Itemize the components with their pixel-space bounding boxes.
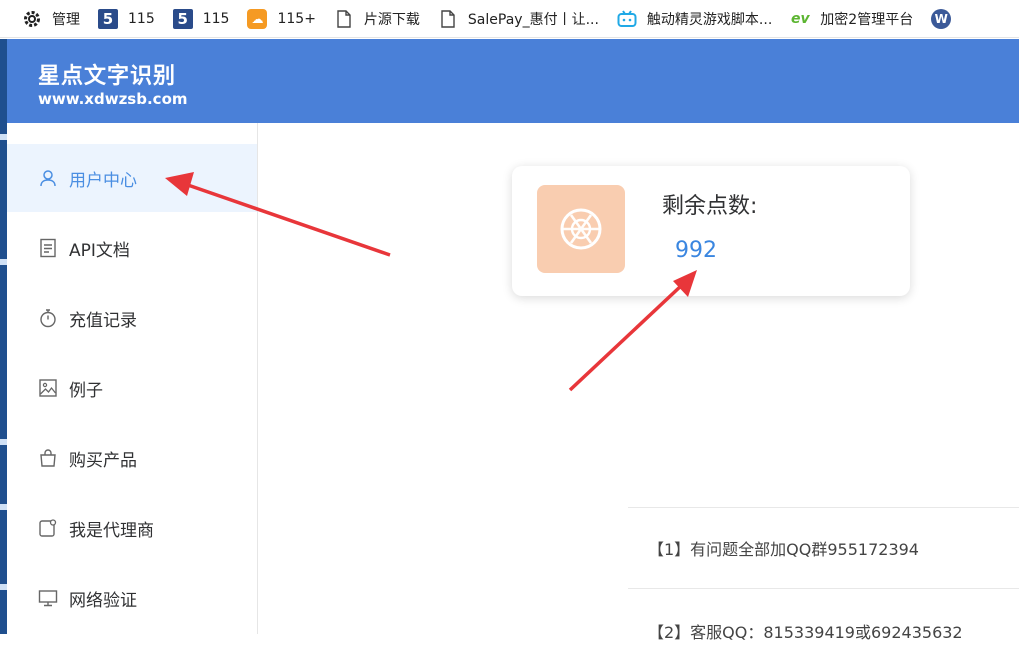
desktop-edge [0, 39, 7, 634]
bookmark-115-plus[interactable]: ☁ 115+ [247, 0, 316, 38]
bookmarks-bar: 管理 5 115 5 115 ☁ 115+ 片源下载 SalePay_惠付丨让.… [0, 0, 1019, 38]
notice-item: 【2】客服QQ：815339419或692435632 [628, 588, 1019, 668]
sidebar: 用户中心 API文档 充值记录 例子 购买产品 我是代理商 网络验证 [7, 123, 258, 634]
bilibili-icon [617, 9, 637, 29]
bookmark-label: 115 [128, 10, 155, 27]
bookmark-label: 加密2管理平台 [820, 11, 914, 28]
remaining-points-value: 992 [675, 238, 717, 263]
sidebar-item-buy-products[interactable]: 购买产品 [7, 424, 257, 492]
sidebar-item-label: 例子 [69, 380, 103, 401]
bookmark-admin[interactable]: 管理 [22, 0, 80, 38]
gear-icon [22, 9, 42, 29]
sidebar-item-label: 充值记录 [69, 310, 137, 331]
sidebar-item-label: 购买产品 [69, 450, 137, 471]
remaining-points-label: 剩余点数: [662, 194, 758, 219]
bookmark-label: 115+ [277, 10, 316, 27]
brand-url: www.xdwzsb.com [38, 90, 188, 108]
stopwatch-icon [37, 307, 59, 329]
bookmark-label: 触动精灵游戏脚本... [646, 11, 773, 28]
user-icon [37, 167, 59, 189]
bookmark-film-download[interactable]: 片源下载 [334, 0, 420, 38]
document-icon [37, 237, 59, 259]
sidebar-item-network-verify[interactable]: 网络验证 [7, 564, 257, 632]
points-card: 剩余点数: 992 [512, 166, 910, 296]
document-icon [334, 9, 354, 29]
bookmark-encrypt-admin[interactable]: ev 加密2管理平台 [790, 0, 913, 38]
wordpress-icon: W [931, 8, 952, 29]
sidebar-item-api-docs[interactable]: API文档 [7, 214, 257, 282]
shopping-bag-icon [37, 447, 59, 469]
sidebar-item-label: 用户中心 [69, 170, 137, 191]
five-logo-icon: 5 [172, 8, 193, 29]
agent-icon [37, 517, 59, 539]
sidebar-item-examples[interactable]: 例子 [7, 354, 257, 422]
brand-title: 星点文字识别 [38, 64, 177, 89]
app-header: 星点文字识别 www.xdwzsb.com [7, 39, 1019, 123]
sidebar-item-label: 网络验证 [69, 590, 137, 611]
ev-logo-icon: ev [790, 10, 810, 27]
five-logo-icon: 5 [98, 8, 118, 29]
notice-item: 【1】有问题全部加QQ群955172394 [628, 507, 1019, 587]
notice-text: 【1】有问题全部加QQ群955172394 [648, 539, 919, 559]
bookmark-touch-sprite[interactable]: 触动精灵游戏脚本... [617, 0, 772, 38]
sidebar-item-user-center[interactable]: 用户中心 [7, 144, 257, 212]
bookmark-115-b[interactable]: 5 115 [172, 0, 230, 38]
bookmark-label: 115 [202, 10, 230, 27]
bookmark-salepay[interactable]: SalePay_惠付丨让... [438, 0, 599, 38]
image-icon [37, 377, 59, 399]
cloud-icon: ☁ [247, 8, 268, 29]
sidebar-item-label: 我是代理商 [69, 520, 154, 541]
sidebar-item-agent[interactable]: 我是代理商 [7, 494, 257, 562]
sidebar-item-label: API文档 [69, 240, 130, 261]
bookmark-wordpress[interactable]: W [931, 0, 961, 38]
document-icon [438, 9, 458, 29]
aperture-icon [560, 208, 602, 250]
notice-text: 【2】客服QQ：815339419或692435632 [648, 623, 963, 642]
bookmark-115-a[interactable]: 5 115 [98, 0, 155, 38]
bookmark-label: 管理 [52, 11, 80, 28]
monitor-icon [37, 587, 59, 609]
bookmark-label: SalePay_惠付丨让... [467, 11, 599, 28]
sidebar-item-recharge-records[interactable]: 充值记录 [7, 284, 257, 352]
points-card-icon [537, 185, 625, 273]
bookmark-label: 片源下载 [363, 11, 420, 28]
